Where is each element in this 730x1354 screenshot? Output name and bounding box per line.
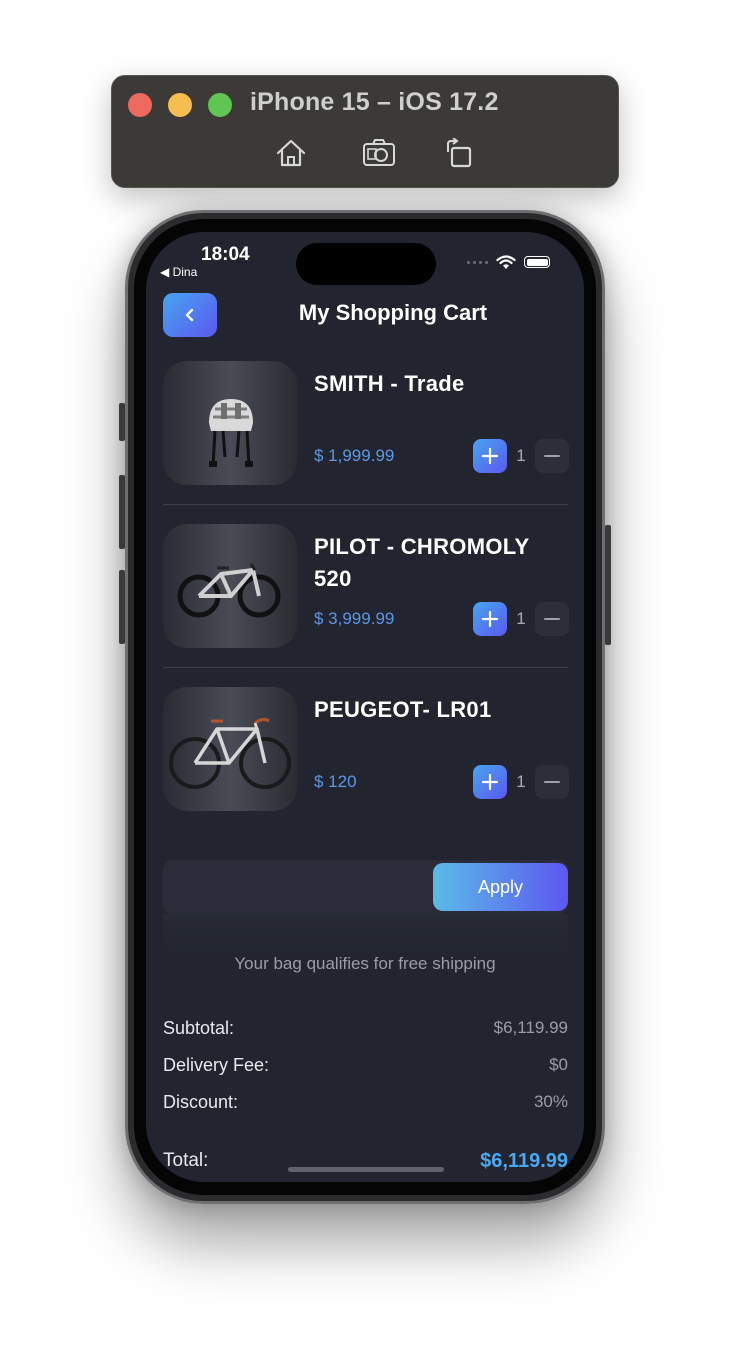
rotate-icon[interactable] — [442, 137, 476, 168]
simulator-title: iPhone 15 – iOS 17.2 — [250, 88, 499, 116]
dynamic-island — [296, 243, 436, 285]
page-title: My Shopping Cart — [298, 300, 488, 325]
free-shipping-note: Your bag qualifies for free shipping — [234, 954, 496, 973]
plus-icon — [481, 610, 499, 628]
subtotal-row: Subtotal: $6,119.99 — [163, 1018, 568, 1042]
delivery-fee-label: Delivery Fee: — [163, 1055, 270, 1075]
product-image-road-bike[interactable] — [163, 687, 297, 811]
decrease-quantity-button[interactable] — [535, 439, 569, 473]
battery-icon — [524, 256, 550, 268]
minimize-window-button[interactable] — [168, 93, 192, 117]
status-indicators — [467, 254, 550, 270]
item-divider — [163, 504, 568, 505]
increase-quantity-button[interactable] — [473, 765, 507, 799]
total-label: Total: — [163, 1150, 209, 1171]
delivery-fee-row: Delivery Fee: $0 — [163, 1055, 568, 1079]
discount-label: Discount: — [163, 1092, 239, 1112]
subtotal-value: $6,119.99 — [493, 1018, 568, 1037]
cart-item: PILOT - CHROMOLY 520 $ 3,999.99 1 — [163, 524, 569, 648]
quantity-value: 1 — [516, 446, 526, 465]
back-to-app-link[interactable]: ◀ Dina — [160, 265, 197, 279]
product-price: $ 1,999.99 — [314, 446, 395, 465]
app-screen: 18:04 ◀ Dina My Shopping Cart SMITH - Tr… — [146, 232, 584, 1182]
discount-row: Discount: 30% — [163, 1092, 568, 1116]
cellular-signal-icon — [467, 260, 488, 264]
product-name: PILOT - CHROMOLY 520 — [314, 534, 530, 591]
product-name: SMITH - Trade — [314, 371, 465, 396]
close-window-button[interactable] — [128, 93, 152, 117]
quantity-value: 1 — [516, 772, 526, 791]
product-price: $ 120 — [314, 772, 357, 791]
discount-value: 30% — [533, 1092, 568, 1111]
decrease-quantity-button[interactable] — [535, 602, 569, 636]
apply-button[interactable]: Apply — [433, 863, 568, 911]
cart-item: SMITH - Trade $ 1,999.99 1 — [163, 361, 569, 485]
power-button — [605, 525, 611, 645]
simulator-toolbar: iPhone 15 – iOS 17.2 — [111, 75, 619, 188]
home-icon[interactable] — [274, 138, 308, 168]
promo-shadow — [163, 914, 568, 954]
zoom-window-button[interactable] — [208, 93, 232, 117]
product-name: PEUGEOT- LR01 — [314, 697, 492, 722]
status-time: 18:04 — [201, 244, 250, 265]
cart-item: PEUGEOT- LR01 $ 120 1 — [163, 687, 569, 811]
plus-icon — [481, 773, 499, 791]
subtotal-label: Subtotal: — [163, 1018, 235, 1038]
minus-icon — [544, 781, 560, 783]
wifi-icon — [496, 254, 516, 269]
increase-quantity-button[interactable] — [473, 439, 507, 473]
product-image-e-bike[interactable] — [163, 524, 297, 648]
product-image-helmet[interactable] — [163, 361, 297, 485]
minus-icon — [544, 618, 560, 620]
home-indicator[interactable] — [288, 1167, 444, 1172]
item-divider — [163, 667, 568, 668]
minus-icon — [544, 455, 560, 457]
decrease-quantity-button[interactable] — [535, 765, 569, 799]
delivery-fee-value: $0 — [549, 1055, 568, 1074]
total-value: $6,119.99 — [480, 1150, 568, 1172]
plus-icon — [481, 447, 499, 465]
quantity-value: 1 — [516, 609, 526, 628]
increase-quantity-button[interactable] — [473, 602, 507, 636]
screenshot-icon[interactable] — [362, 138, 396, 168]
product-price: $ 3,999.99 — [314, 609, 395, 628]
